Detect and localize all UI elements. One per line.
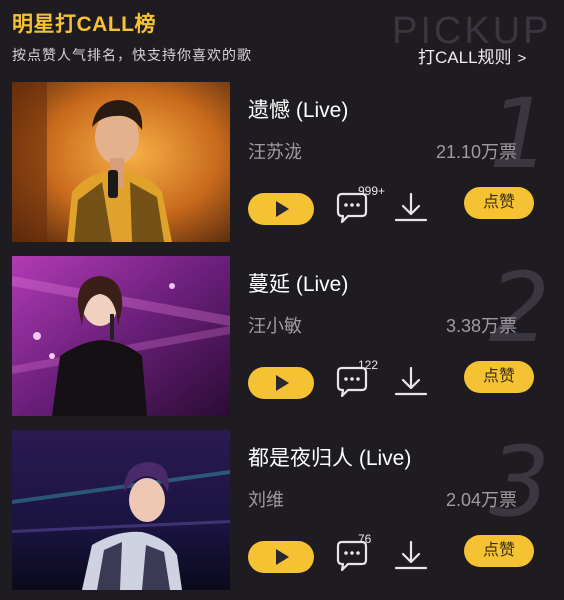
rank-number: 3 — [488, 426, 550, 538]
song-thumbnail[interactable] — [12, 256, 230, 416]
download-icon[interactable] — [392, 364, 430, 402]
rank-number: 1 — [488, 78, 550, 190]
rules-link-label: 打CALL规则 — [418, 48, 512, 67]
page-title: 明星打CALL榜 — [12, 13, 156, 36]
page-subtitle: 按点赞人气排名，快支持你喜欢的歌 — [12, 47, 252, 63]
like-button[interactable]: 点赞 — [464, 361, 534, 393]
song-title[interactable]: 蔓延 (Live) — [248, 268, 348, 298]
artist-name[interactable]: 汪苏泷 — [248, 138, 302, 164]
song-thumbnail[interactable] — [12, 82, 230, 242]
artist-name[interactable]: 汪小敏 — [248, 312, 302, 338]
download-icon[interactable] — [392, 538, 430, 576]
rank-number: 2 — [488, 252, 550, 364]
like-button[interactable]: 点赞 — [464, 187, 534, 219]
play-icon — [276, 201, 289, 217]
rules-link[interactable]: 打CALL规则 > — [418, 43, 526, 68]
vote-count: 21.10万票 — [435, 142, 517, 162]
play-button[interactable] — [248, 193, 314, 225]
vote-count: 2.04万票 — [445, 490, 517, 510]
song-title[interactable]: 都是夜归人 (Live) — [248, 442, 411, 472]
chevron-right-icon: > — [517, 50, 527, 67]
song-title[interactable]: 遗憾 (Live) — [248, 94, 348, 124]
play-icon — [276, 549, 289, 565]
song-thumbnail[interactable] — [12, 430, 230, 590]
comment-count: 999+ — [358, 184, 386, 198]
comment-count: 122 — [358, 358, 379, 372]
artist-name[interactable]: 刘维 — [248, 486, 284, 512]
comment-count: 76 — [358, 532, 372, 546]
vote-count: 3.38万票 — [445, 316, 517, 336]
play-button[interactable] — [248, 367, 314, 399]
song-card-3: 3 都是夜归人 (Live) 刘维 2.04万票 76 点赞 — [0, 426, 564, 595]
like-button[interactable]: 点赞 — [464, 535, 534, 567]
play-button[interactable] — [248, 541, 314, 573]
play-icon — [276, 375, 289, 391]
download-icon[interactable] — [392, 190, 430, 228]
song-card-1: 1 遗憾 (Live) 汪苏泷 21.10万票 999+ 点赞 — [0, 78, 564, 247]
song-card-2: 2 蔓延 (Live) 汪小敏 3.38万票 122 点赞 — [0, 252, 564, 421]
page-header: 明星打CALL榜 按点赞人气排名，快支持你喜欢的歌 PICKUP 打CALL规则… — [0, 0, 564, 76]
